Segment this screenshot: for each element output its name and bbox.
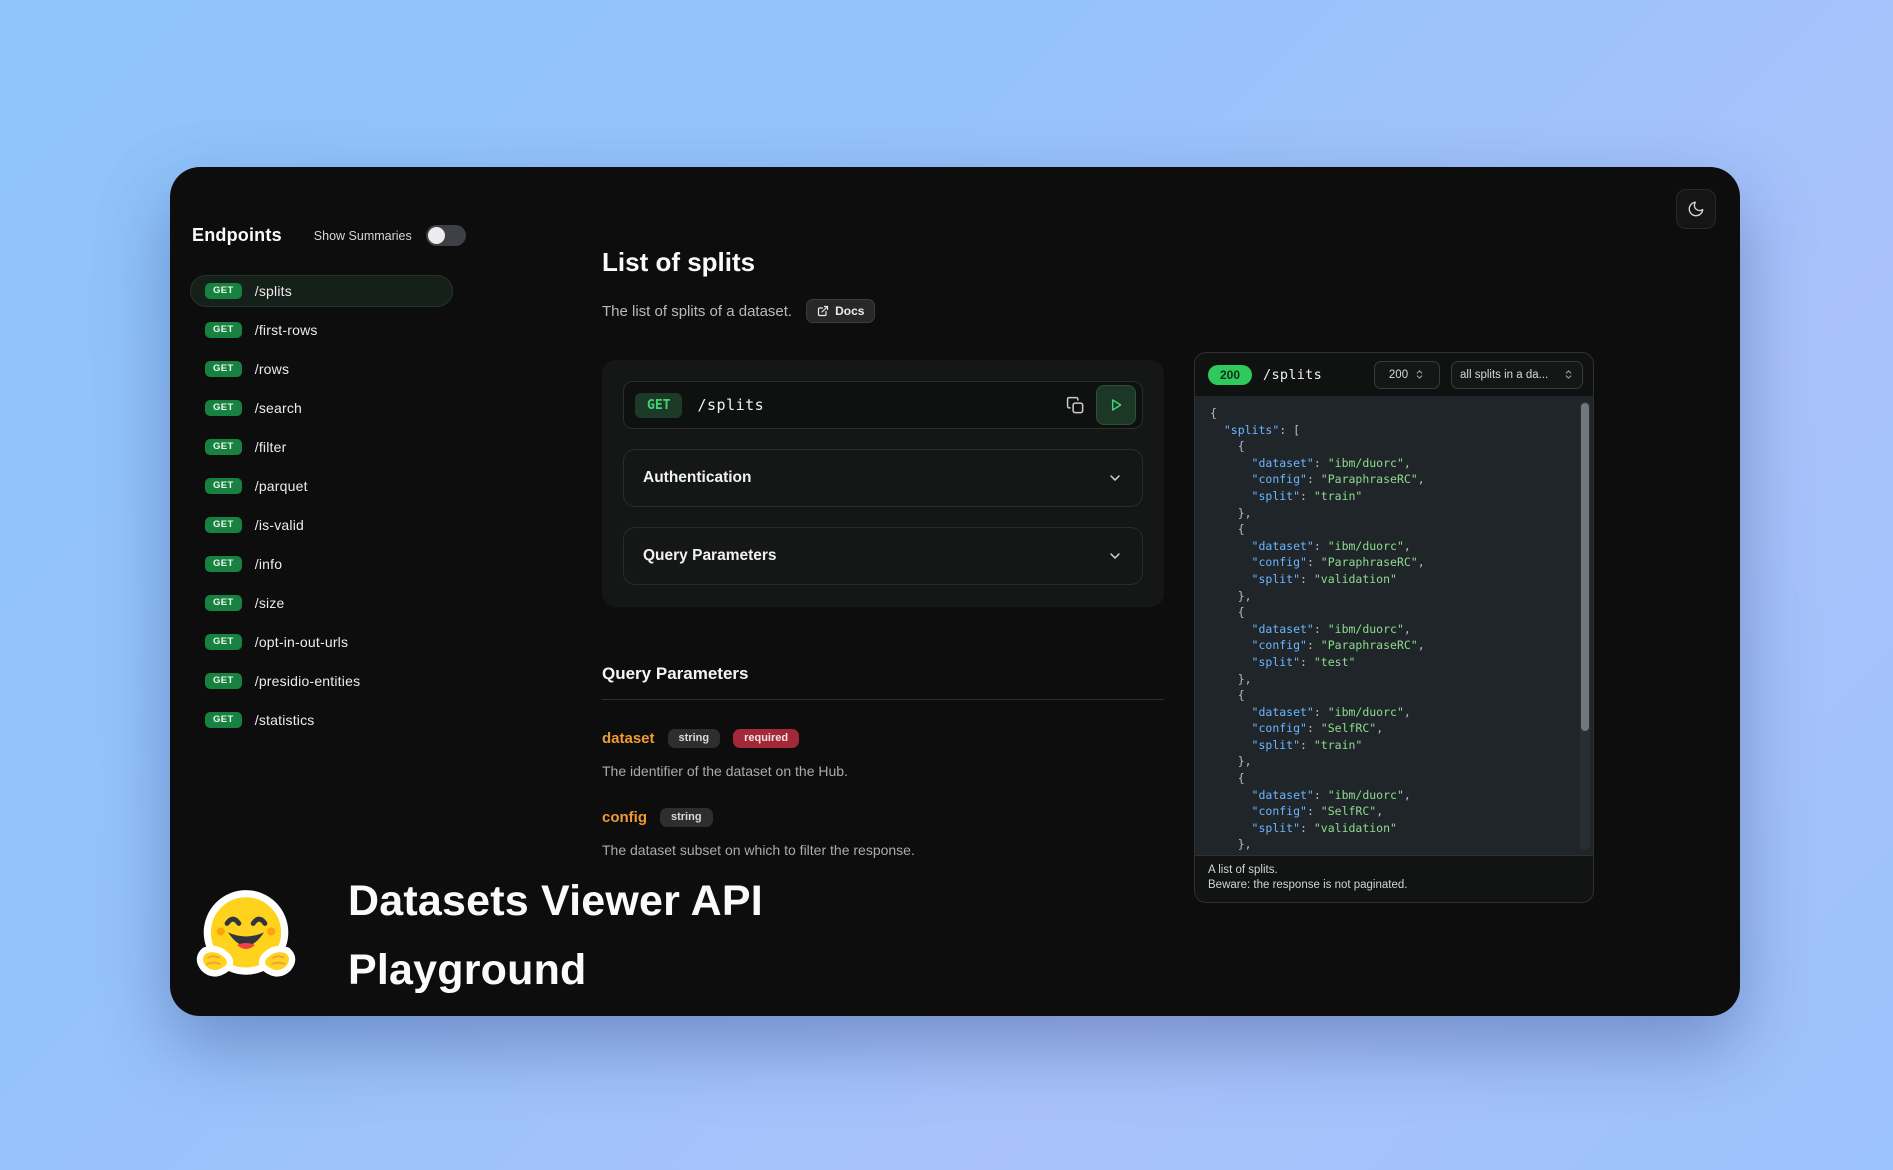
method-badge: GET [205,439,242,455]
query-parameters-accordion[interactable]: Query Parameters [623,527,1143,585]
endpoint-label: /first-rows [255,322,318,338]
sidebar-title: Endpoints [192,225,282,246]
scrollbar-track [1580,401,1590,850]
endpoint-label: /opt-in-out-urls [255,634,348,650]
method-badge: GET [205,634,242,650]
response-footer: A list of splits. Beware: the response i… [1195,855,1593,902]
toggle-knob [428,227,445,244]
chevron-down-icon [1107,470,1123,486]
method-badge: GET [205,400,242,416]
play-icon [1108,397,1124,413]
param-description: The identifier of the dataset on the Hub… [602,763,1164,779]
divider [602,699,1164,700]
param-name: config [602,809,647,826]
response-footer-line: Beware: the response is not paginated. [1208,878,1580,893]
response-body: { "splits": [ { "dataset": "ibm/duorc", … [1195,396,1593,855]
chevron-down-icon [1107,548,1123,564]
sidebar-item-search[interactable]: GET/search [190,392,453,424]
endpoint-label: /rows [255,361,289,377]
scrollbar-thumb[interactable] [1581,403,1589,731]
example-select-value: all splits in a da... [1460,369,1548,381]
app-card: Endpoints Show Summaries GET/splitsGET/f… [170,167,1740,1016]
sidebar-item-splits[interactable]: GET/splits [190,275,453,307]
method-badge: GET [205,673,242,689]
copy-button[interactable] [1058,388,1092,422]
sidebar-item-presidio-entities[interactable]: GET/presidio-entities [190,665,453,697]
brand-title: Datasets Viewer API Playground [348,867,763,1005]
response-footer-line: A list of splits. [1208,863,1580,878]
request-path: /splits [697,396,764,414]
endpoint-list: GET/splitsGET/first-rowsGET/rowsGET/sear… [190,275,470,736]
response-header: 200 /splits 200 all splits in a da... [1195,353,1593,396]
endpoint-label: /parquet [255,478,308,494]
method-badge: GET [205,283,242,299]
request-bar: GET /splits [623,381,1143,429]
param-description: The dataset subset on which to filter th… [602,842,1164,858]
request-panel: GET /splits Authentication [602,360,1164,607]
param-config: config string The dataset subset on which … [602,808,1164,858]
authentication-label: Authentication [643,469,752,487]
response-panel: 200 /splits 200 all splits in a da... { … [1194,352,1594,903]
sidebar-item-statistics[interactable]: GET/statistics [190,704,453,736]
response-json: { "splits": [ { "dataset": "ibm/duorc", … [1195,396,1593,853]
method-badge: GET [205,478,242,494]
endpoint-label: /is-valid [255,517,304,533]
external-link-icon [817,305,829,317]
param-required-badge: required [733,729,799,748]
endpoint-label: /splits [255,283,292,299]
page-title: List of splits [602,247,1164,278]
endpoint-label: /statistics [255,712,315,728]
brand-title-line2: Playground [348,936,763,1005]
copy-icon [1066,396,1085,415]
sidebar-item-filter[interactable]: GET/filter [190,431,453,463]
show-summaries-toggle[interactable] [426,225,466,246]
sidebar-item-is-valid[interactable]: GET/is-valid [190,509,453,541]
param-dataset: dataset string required The identifier of t… [602,729,1164,779]
chevrons-up-down-icon [1563,369,1574,380]
docs-button-label: Docs [835,304,864,318]
method-badge: GET [205,322,242,338]
sidebar-item-first-rows[interactable]: GET/first-rows [190,314,453,346]
method-badge: GET [205,595,242,611]
query-parameters-label: Query Parameters [643,547,777,565]
endpoint-label: /presidio-entities [255,673,361,689]
method-badge: GET [205,361,242,377]
moon-icon [1687,200,1705,218]
status-select[interactable]: 200 [1374,361,1440,389]
show-summaries-label: Show Summaries [314,229,412,243]
sidebar-item-info[interactable]: GET/info [190,548,453,580]
endpoint-label: /search [255,400,302,416]
docs-button[interactable]: Docs [806,299,875,323]
query-params-heading: Query Parameters [602,664,1164,684]
endpoint-label: /filter [255,439,287,455]
param-type-badge: string [668,729,721,748]
brand: Datasets Viewer API Playground [192,867,763,1005]
param-list: dataset string required The identifier of t… [602,729,1164,858]
main-content: List of splits The list of splits of a d… [602,247,1164,858]
endpoint-label: /info [255,556,282,572]
sidebar-item-rows[interactable]: GET/rows [190,353,453,385]
hugging-face-logo [192,882,300,990]
brand-title-line1: Datasets Viewer API [348,867,763,936]
method-badge: GET [205,712,242,728]
response-path: /splits [1263,367,1322,383]
status-select-value: 200 [1389,369,1408,381]
endpoint-description: The list of splits of a dataset. [602,303,792,320]
sidebar: Endpoints Show Summaries GET/splitsGET/f… [190,225,470,736]
chevrons-up-down-icon [1414,369,1425,380]
request-method-badge: GET [635,393,682,418]
sidebar-item-parquet[interactable]: GET/parquet [190,470,453,502]
method-badge: GET [205,556,242,572]
run-request-button[interactable] [1096,385,1136,425]
sidebar-item-opt-in-out-urls[interactable]: GET/opt-in-out-urls [190,626,453,658]
sidebar-item-size[interactable]: GET/size [190,587,453,619]
method-badge: GET [205,517,242,533]
authentication-accordion[interactable]: Authentication [623,449,1143,507]
param-name: dataset [602,730,655,747]
example-select[interactable]: all splits in a da... [1451,361,1583,389]
endpoint-label: /size [255,595,285,611]
status-badge: 200 [1208,365,1252,385]
param-type-badge: string [660,808,713,827]
theme-toggle-button[interactable] [1676,189,1716,229]
